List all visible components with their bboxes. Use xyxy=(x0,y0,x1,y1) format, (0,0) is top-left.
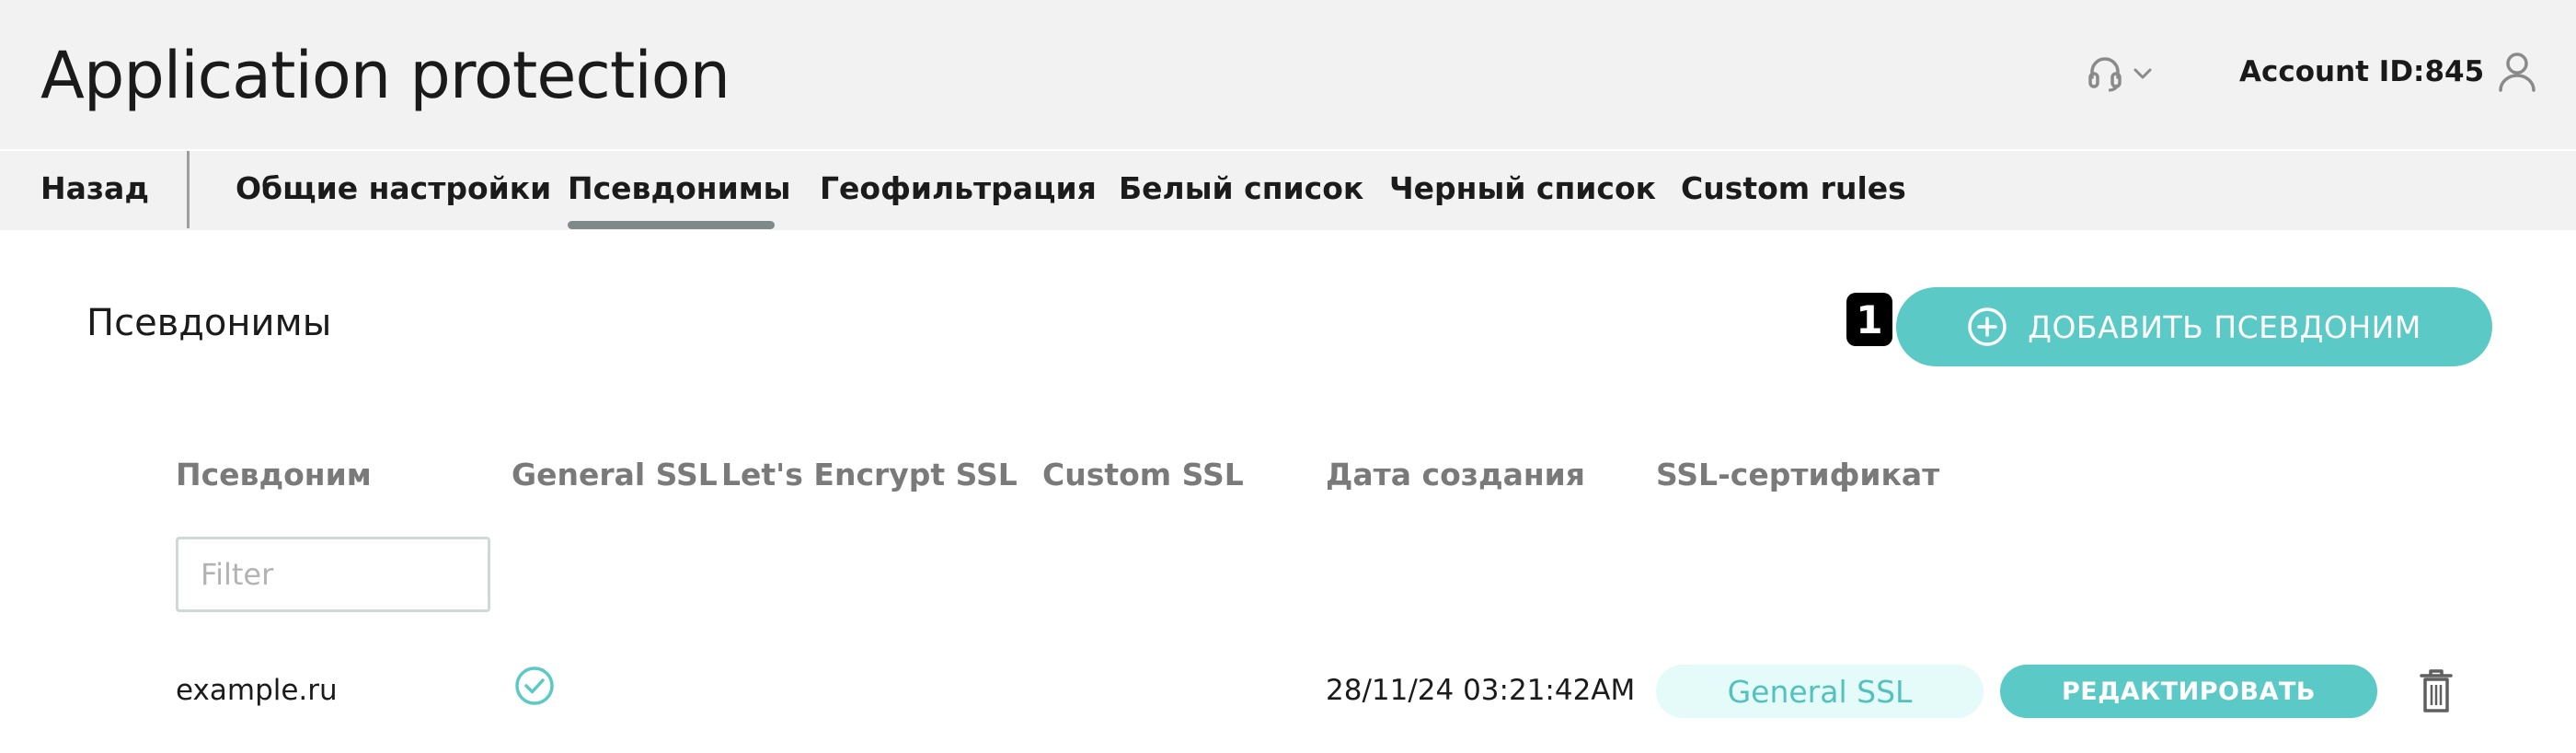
add-alias-label: ДОБАВИТЬ ПСЕВДОНИМ xyxy=(2028,308,2421,345)
created-date: 28/11/24 03:21:42AM xyxy=(1326,674,1636,707)
account-menu[interactable]: Account ID:845 xyxy=(2239,50,2537,94)
chevron-down-icon xyxy=(2133,68,2152,79)
tab-geofiltering[interactable]: Геофильтрация xyxy=(820,168,1097,214)
column-alias: Псевдоним xyxy=(176,457,372,492)
tab-blacklist[interactable]: Черный список xyxy=(1389,168,1656,214)
step-badge: 1 xyxy=(1846,293,1892,346)
headset-icon xyxy=(2088,57,2122,92)
alias-filter-input[interactable] xyxy=(176,537,490,612)
column-created-date: Дата создания xyxy=(1326,457,1585,492)
user-icon xyxy=(2499,52,2536,92)
account-id: Account ID:845 xyxy=(2239,55,2485,88)
tab-whitelist[interactable]: Белый список xyxy=(1119,168,1363,214)
section-title: Псевдонимы xyxy=(86,302,332,344)
tab-custom-rules[interactable]: Custom rules xyxy=(1681,168,1906,214)
column-letsencrypt-ssl: Let's Encrypt SSL xyxy=(721,457,1018,492)
back-link[interactable]: Назад xyxy=(40,168,149,214)
column-custom-ssl: Custom SSL xyxy=(1042,457,1244,492)
edit-button[interactable]: РЕДАКТИРОВАТЬ xyxy=(2000,665,2377,718)
tab-aliases[interactable]: Псевдонимы xyxy=(568,168,791,214)
ssl-certificate-badge: General SSL xyxy=(1656,665,1984,718)
column-general-ssl: General SSL xyxy=(512,457,718,492)
check-circle-icon xyxy=(515,666,554,705)
add-alias-button[interactable]: ДОБАВИТЬ ПСЕВДОНИМ xyxy=(1896,287,2492,366)
nav-divider xyxy=(187,151,190,228)
support-menu[interactable] xyxy=(2085,53,2153,94)
plus-circle-icon xyxy=(1968,307,2007,346)
tab-general-settings[interactable]: Общие настройки xyxy=(236,168,551,214)
alias-value: example.ru xyxy=(176,674,338,707)
page-title: Application protection xyxy=(40,38,730,113)
active-tab-indicator xyxy=(568,221,775,229)
column-ssl-certificate: SSL-сертификат xyxy=(1656,457,1940,492)
app-header: Application protection Account ID:845 xyxy=(0,0,2576,149)
trash-icon[interactable] xyxy=(2418,668,2455,714)
tab-navigation: Назад Общие настройки Псевдонимы Геофиль… xyxy=(0,151,2576,230)
